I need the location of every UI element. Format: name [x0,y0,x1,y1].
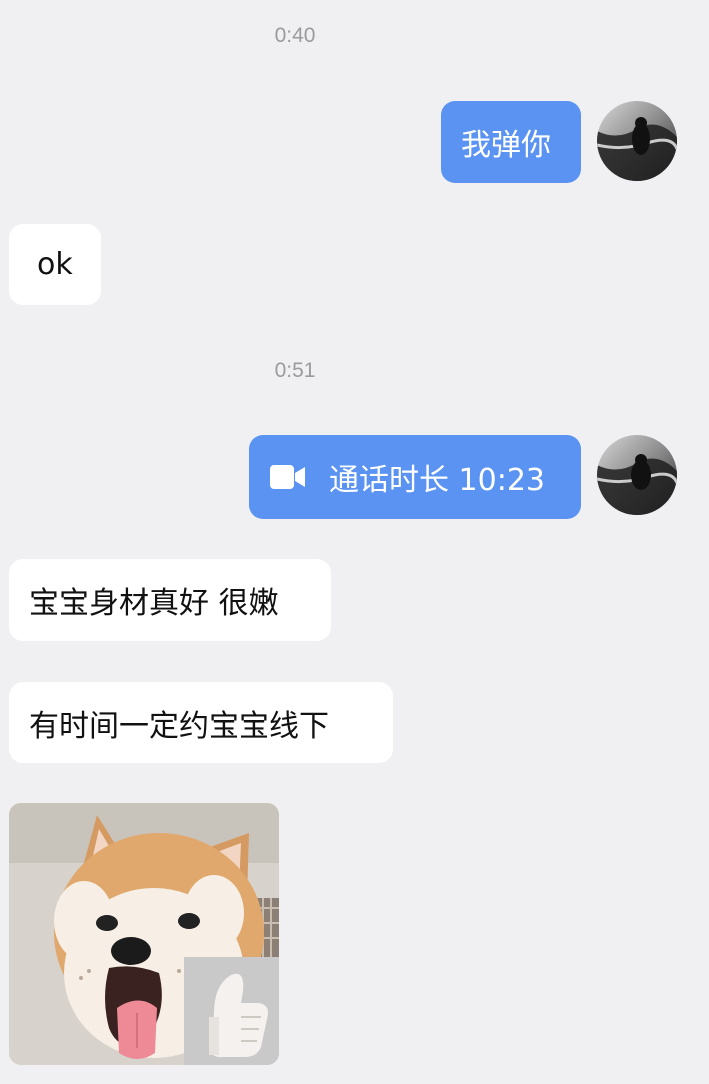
user-avatar-image [597,101,677,181]
message-text: ok [37,247,73,282]
incoming-message-bubble[interactable]: 有时间一定约宝宝线下 [9,682,393,763]
incoming-message-bubble[interactable]: ok [9,224,101,305]
avatar[interactable] [597,101,677,181]
message-text: 宝宝身材真好 很嫩 [29,586,279,621]
shiba-dog-image [9,803,279,1065]
dog-thumbs-up-sticker[interactable] [9,803,279,1065]
video-camera-icon [269,463,307,491]
timestamp: 0:40 [274,24,316,47]
video-call-bubble[interactable]: 通话时长 10:23 [249,435,581,519]
avatar[interactable] [597,435,677,515]
message-text: 有时间一定约宝宝线下 [29,708,329,744]
outgoing-message-bubble[interactable]: 我弹你 [441,101,581,183]
incoming-message-bubble[interactable]: 宝宝身材真好 很嫩 [9,559,331,641]
user-avatar-image [597,435,677,515]
call-duration-label: 通话时长 10:23 [329,463,545,498]
message-text: 我弹你 [461,128,551,163]
timestamp: 0:51 [274,359,316,382]
